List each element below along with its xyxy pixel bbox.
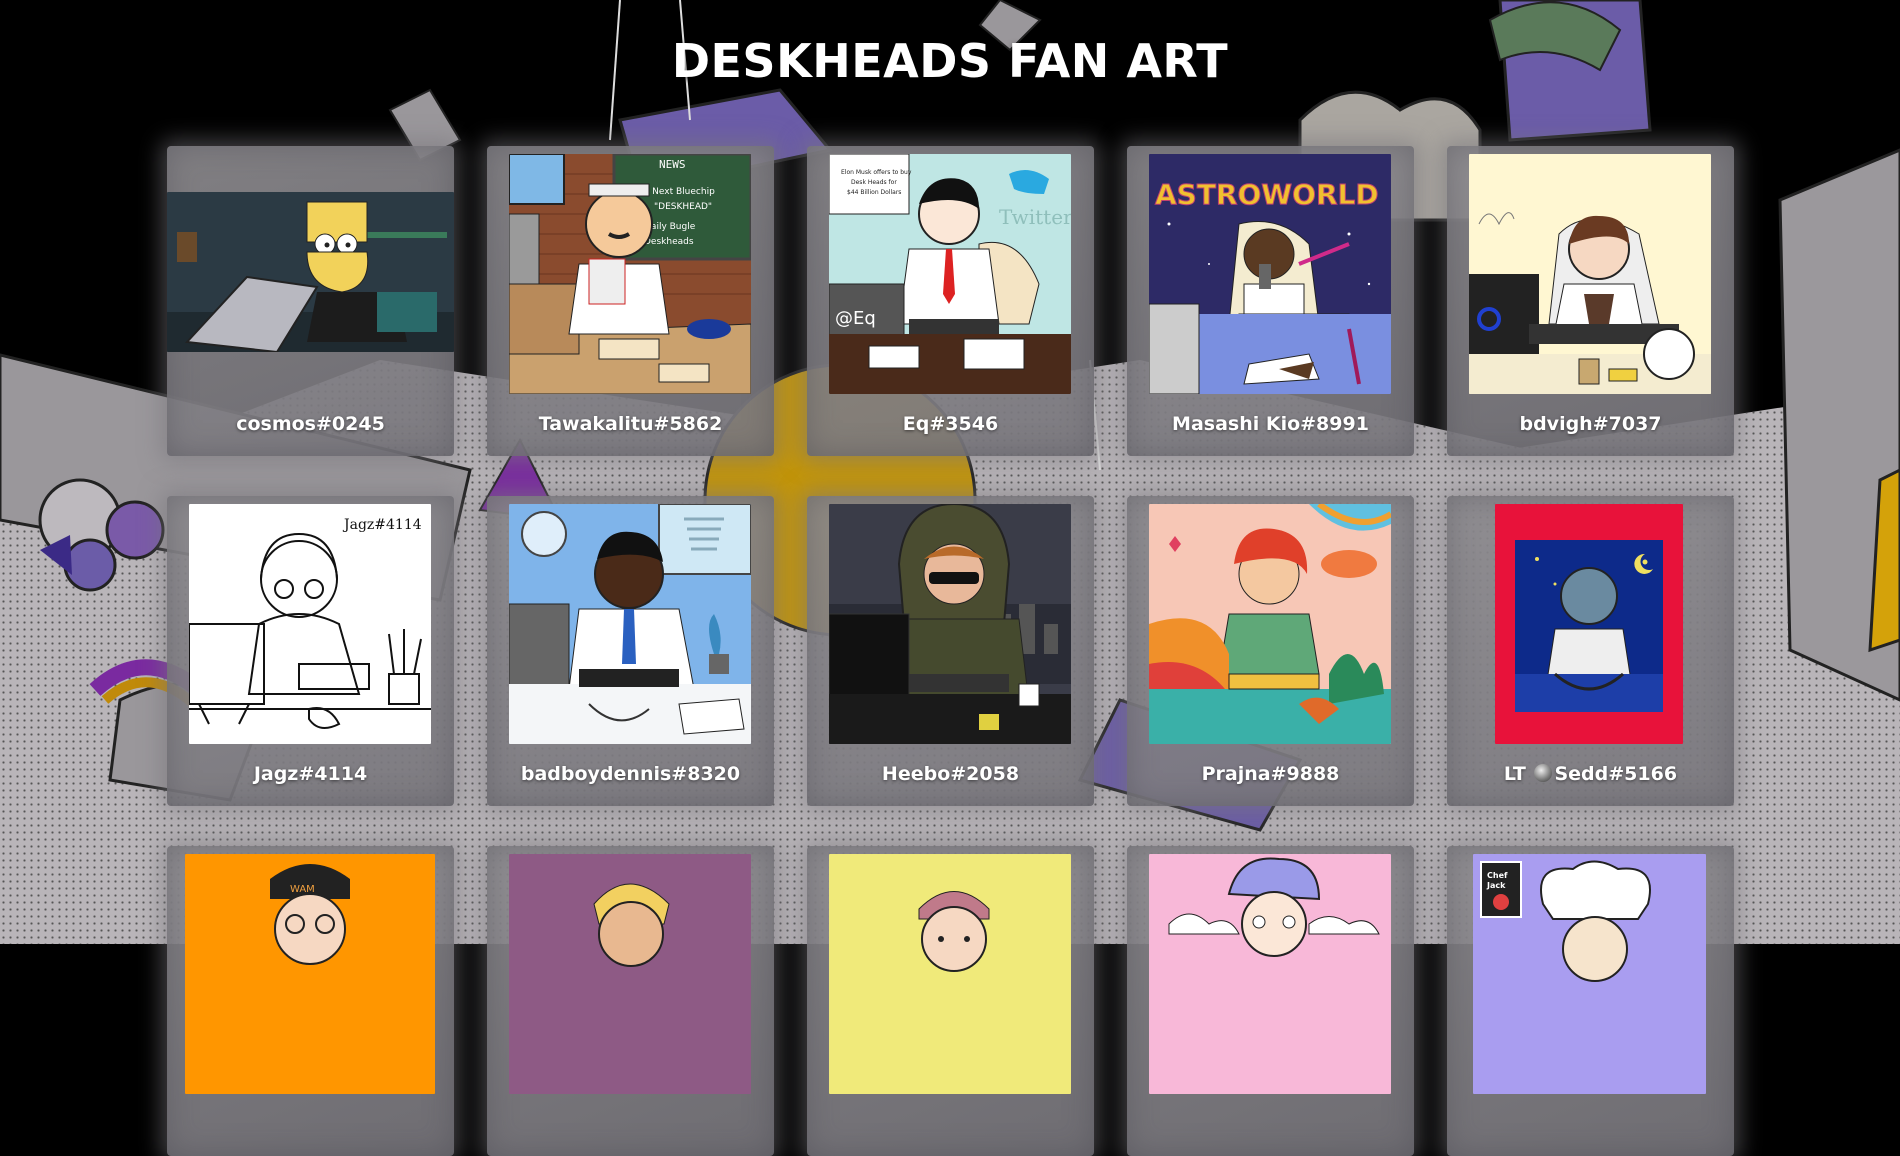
fan-art-image[interactable]: WAM — [185, 854, 435, 1094]
svg-text:$44 Billion Dollars: $44 Billion Dollars — [847, 189, 901, 196]
fan-art-image[interactable] — [509, 854, 751, 1094]
svg-text:ASTROWORLD: ASTROWORLD — [1155, 178, 1379, 211]
svg-text:Desk Heads for: Desk Heads for — [851, 179, 897, 186]
fan-art-author: bdvigh#7037 — [1519, 413, 1662, 435]
bart-laptop-artwork — [167, 192, 454, 352]
orange-beanie-artwork: WAM — [185, 854, 435, 1094]
fan-art-image[interactable]: Jagz#4114 — [189, 504, 431, 744]
svg-text:• Next Bluechip: • Next Bluechip — [644, 187, 715, 197]
author-prefix: LT — [1503, 763, 1526, 785]
pink-cloud-artwork — [1149, 854, 1391, 1094]
fan-art-card[interactable]: Jagz#4114 Jagz#4114 — [167, 496, 454, 806]
fan-art-image[interactable] — [829, 854, 1071, 1094]
fan-art-card[interactable]: bdvigh#7037 — [1447, 146, 1734, 456]
red-frame-artwork — [1495, 504, 1683, 744]
fan-art-image[interactable]: Elon Musk offers to buy Desk Heads for $… — [829, 154, 1071, 394]
svg-text:Elon Musk offers to buy: Elon Musk offers to buy — [841, 169, 912, 176]
news-desk-artwork: NEWS • Next Bluechip "DESKHEAD" Daily Bu… — [509, 154, 751, 394]
hoodie-night-artwork — [829, 504, 1071, 744]
coin-emoji-icon — [1534, 764, 1553, 782]
fan-art-gallery: cosmos#0245 NEWS • Next Bluechip "DESKHE… — [167, 146, 1734, 1156]
chef-jack-artwork: Chef Jack — [1473, 854, 1706, 1094]
twitter-office-artwork: Elon Musk offers to buy Desk Heads for $… — [829, 154, 1071, 394]
fan-art-image[interactable] — [509, 504, 751, 744]
fan-art-author: Heebo#2058 — [881, 763, 1020, 785]
author-suffix: Sedd#5166 — [1554, 763, 1678, 785]
fan-art-card[interactable]: NEWS • Next Bluechip "DESKHEAD" Daily Bu… — [487, 146, 774, 456]
fan-art-image[interactable] — [1495, 504, 1683, 744]
svg-text:Jack: Jack — [1486, 881, 1506, 890]
fan-art-card[interactable]: WAM — [167, 846, 454, 1156]
cream-desk-artwork — [1469, 154, 1711, 394]
svg-text:Deskheads: Deskheads — [644, 237, 694, 247]
page-title: DESKHEADS FAN ART — [671, 34, 1229, 88]
fan-art-author: Eq#3546 — [902, 413, 999, 435]
fan-art-author: LT Sedd#5166 — [1447, 763, 1734, 785]
fan-art-author: cosmos#0245 — [236, 413, 385, 435]
fan-art-card[interactable]: Heebo#2058 — [807, 496, 1094, 806]
svg-text:@Eq: @Eq — [835, 308, 876, 329]
fan-art-image[interactable] — [1469, 154, 1711, 394]
fan-art-image[interactable] — [1149, 504, 1391, 744]
fan-art-card[interactable] — [807, 846, 1094, 1156]
fan-art-card[interactable]: LT Sedd#5166 — [1447, 496, 1734, 806]
fan-art-card[interactable]: Prajna#9888 — [1127, 496, 1414, 806]
yellow-cap-artwork — [829, 854, 1071, 1094]
fan-art-author: Tawakalitu#5862 — [538, 413, 723, 435]
fan-art-card[interactable]: Elon Musk offers to buy Desk Heads for $… — [807, 146, 1094, 456]
fan-art-card[interactable]: ASTROWORLD Masashi Kio#8991 — [1127, 146, 1414, 456]
colorful-desk-artwork — [1149, 504, 1391, 744]
fan-art-image[interactable] — [167, 192, 454, 352]
doctor-desk-artwork — [509, 504, 751, 744]
fan-art-author: Prajna#9888 — [1201, 763, 1340, 785]
line-sketch-artwork: Jagz#4114 — [189, 504, 431, 744]
fan-art-image[interactable]: ASTROWORLD — [1149, 154, 1391, 394]
fan-art-author: Jagz#4114 — [253, 763, 368, 785]
fan-art-image[interactable] — [829, 504, 1071, 744]
fan-art-image[interactable] — [1149, 854, 1391, 1094]
svg-text:Twitter: Twitter — [999, 205, 1071, 229]
astroworld-artwork: ASTROWORLD — [1149, 154, 1391, 394]
fan-art-card[interactable]: cosmos#0245 — [167, 146, 454, 456]
fan-art-author: badboydennis#8320 — [520, 763, 741, 785]
fan-art-image[interactable]: Chef Jack — [1473, 854, 1706, 1094]
fan-art-card[interactable] — [1127, 846, 1414, 1156]
svg-text:NEWS: NEWS — [659, 158, 686, 171]
artwork-signature: Jagz#4114 — [342, 517, 422, 533]
fan-art-card[interactable] — [487, 846, 774, 1156]
svg-text:Chef: Chef — [1487, 871, 1508, 880]
fan-art-card[interactable]: badboydennis#8320 — [487, 496, 774, 806]
fan-art-author: Masashi Kio#8991 — [1172, 413, 1369, 435]
svg-text:"DESKHEAD": "DESKHEAD" — [654, 202, 712, 212]
mauve-blond-artwork — [509, 854, 751, 1094]
fan-art-card[interactable]: Chef Jack — [1447, 846, 1734, 1156]
fan-art-image[interactable]: NEWS • Next Bluechip "DESKHEAD" Daily Bu… — [509, 154, 751, 394]
